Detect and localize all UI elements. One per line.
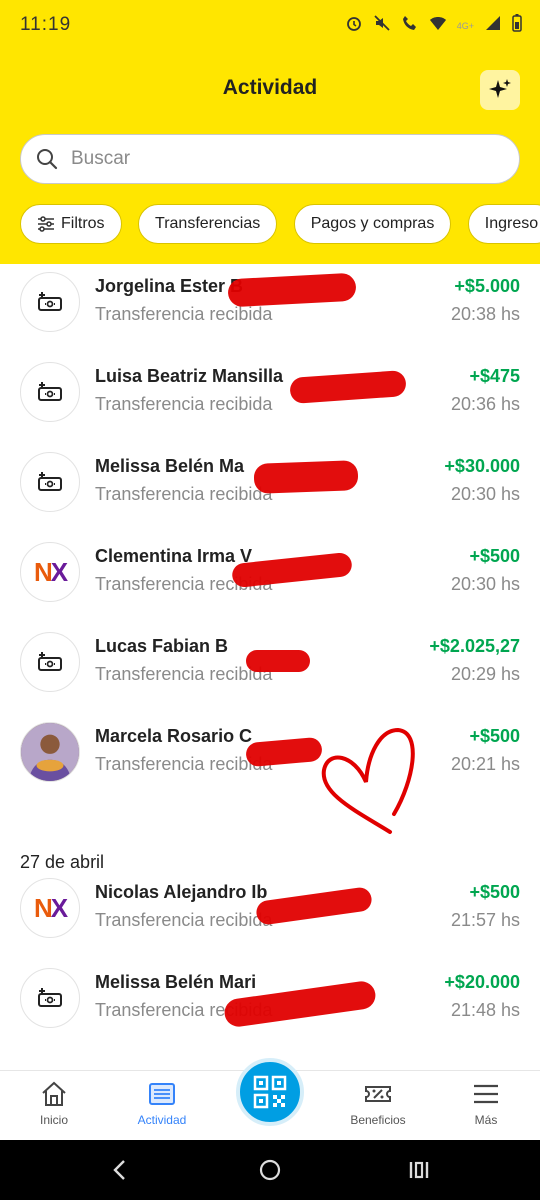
avatar <box>20 452 80 512</box>
nx-logo: NX <box>33 892 68 924</box>
nx-logo-x: X <box>50 892 68 923</box>
nav-mas[interactable]: Más <box>441 1071 531 1141</box>
nav-label: Beneficios <box>350 1113 406 1127</box>
transaction-amount: +$500 <box>469 882 520 902</box>
sparkle-icon <box>489 79 511 98</box>
header: 11:19 4G+ Actividad Buscar Filtros Trans… <box>0 0 540 264</box>
transaction-description: Transferencia recibida <box>95 484 273 504</box>
network-label: 4G+ <box>456 20 474 31</box>
transaction-name: Jorgelina Ester B <box>95 276 244 296</box>
chip-ingresos[interactable]: Ingreso <box>467 204 540 244</box>
transaction-description: Transferencia recibida <box>95 664 273 684</box>
transaction-time: 20:29 hs <box>450 664 520 684</box>
status-time: 11:19 <box>20 14 72 35</box>
transaction-description: Transferencia recibida <box>95 910 273 930</box>
transfer-icon <box>38 988 62 1007</box>
avatar <box>20 272 80 332</box>
system-navigation-bar <box>0 1140 540 1200</box>
profile-photo <box>21 723 79 781</box>
status-icons: 4G+ <box>345 14 522 37</box>
menu-icon <box>474 1084 498 1104</box>
transaction-amount: +$500 <box>469 726 520 746</box>
transaction-time: 21:57 hs <box>450 910 520 930</box>
nav-beneficios[interactable]: Beneficios <box>333 1071 423 1141</box>
transaction-name: Nicolas Alejandro Ib <box>95 882 268 902</box>
transaction-amount: +$5.000 <box>454 276 520 296</box>
recents-icon[interactable] <box>408 1158 430 1182</box>
chip-filtros[interactable]: Filtros <box>20 204 122 244</box>
mute-icon <box>373 14 391 37</box>
alarm-icon <box>345 14 363 37</box>
nav-inicio[interactable]: Inicio <box>9 1071 99 1141</box>
call-icon <box>401 14 419 37</box>
nav-label: Más <box>474 1113 498 1127</box>
redaction-mark <box>246 650 310 672</box>
transfer-icon <box>38 652 62 671</box>
transfer-icon <box>38 472 62 491</box>
transaction-description: Transferencia recibida <box>95 304 273 324</box>
transaction-name: Lucas Fabian B <box>95 636 229 656</box>
wifi-icon <box>429 14 447 37</box>
heart-scribble <box>321 727 415 834</box>
transaction-time: 20:21 hs <box>450 754 520 774</box>
nav-label: Inicio <box>39 1113 68 1127</box>
battery-icon <box>512 14 522 37</box>
transaction-description: Transferencia recibida <box>95 394 273 414</box>
list-item[interactable]: Luisa Beatriz Mansilla Transferencia rec… <box>0 354 540 444</box>
avatar <box>20 968 80 1028</box>
nx-logo-n: N <box>33 556 53 587</box>
chip-label: Pagos y compras <box>310 215 435 232</box>
home-circle-icon[interactable] <box>258 1158 282 1182</box>
avatar <box>20 722 80 782</box>
search-bar[interactable] <box>20 134 520 184</box>
filter-chips: Filtros Transferencias Pagos y compras I… <box>20 204 540 244</box>
chip-transferencias[interactable]: Transferencias <box>138 204 278 244</box>
transaction-name: Melissa Belén Mari <box>95 972 257 992</box>
transaction-name: Marcela Rosario C <box>95 726 253 746</box>
search-icon <box>37 149 58 170</box>
qr-code-icon <box>253 1075 287 1109</box>
filter-icon <box>38 216 54 232</box>
home-icon <box>42 1081 66 1106</box>
ticket-icon <box>365 1086 391 1102</box>
transaction-time: 20:30 hs <box>450 484 520 504</box>
transaction-time: 20:30 hs <box>450 574 520 594</box>
transaction-time: 20:36 hs <box>450 394 520 414</box>
transaction-time: 20:38 hs <box>450 304 520 324</box>
avatar <box>20 632 80 692</box>
activity-icon <box>149 1083 175 1105</box>
avatar: NX <box>20 542 80 602</box>
chip-pagos-compras[interactable]: Pagos y compras <box>293 204 452 244</box>
transaction-amount: +$475 <box>469 366 520 386</box>
nx-logo: NX <box>33 556 68 588</box>
chip-label: Filtros <box>61 215 105 232</box>
transfer-icon <box>38 292 62 311</box>
transaction-name: Luisa Beatriz Mansilla <box>95 366 284 386</box>
status-bar: 11:19 4G+ <box>0 0 540 52</box>
avatar: NX <box>20 878 80 938</box>
chip-label: Transferencias <box>155 215 261 232</box>
qr-scan-button[interactable] <box>236 1058 304 1126</box>
nx-logo-n: N <box>33 892 53 923</box>
back-icon[interactable] <box>110 1158 130 1182</box>
avatar <box>20 362 80 422</box>
ai-assistant-button[interactable] <box>480 70 520 110</box>
transaction-amount: +$500 <box>469 546 520 566</box>
redaction-mark <box>253 460 359 494</box>
page-title: Actividad <box>222 76 318 99</box>
transaction-amount: +$20.000 <box>444 972 520 992</box>
transaction-time: 21:48 hs <box>450 1000 520 1020</box>
transaction-name: Melissa Belén Ma <box>95 456 245 476</box>
transaction-amount: +$30.000 <box>444 456 520 476</box>
nav-actividad[interactable]: Actividad <box>117 1071 207 1141</box>
transaction-amount: +$2.025,27 <box>429 636 520 656</box>
signal-icon <box>484 14 502 37</box>
nx-logo-x: X <box>50 556 68 587</box>
search-input[interactable] <box>71 148 471 170</box>
chip-label: Ingreso <box>484 215 539 232</box>
transfer-icon <box>38 382 62 401</box>
transaction-name: Clementina Irma V <box>95 546 253 566</box>
nav-label: Actividad <box>137 1113 187 1127</box>
